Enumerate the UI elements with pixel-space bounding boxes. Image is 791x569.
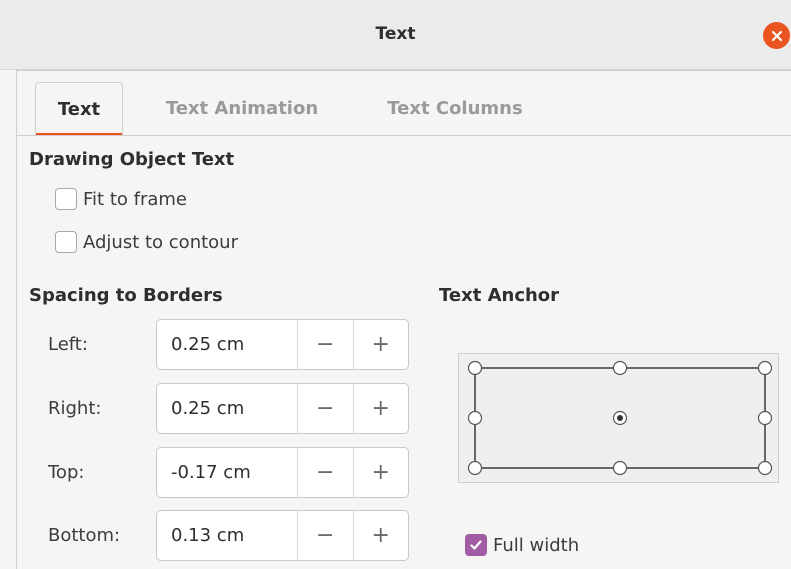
top-decrement-button[interactable]: − xyxy=(297,448,353,497)
anchor-grid xyxy=(467,360,773,476)
spacing-to-borders-heading: Spacing to Borders xyxy=(29,285,223,306)
anchor-bottom-left[interactable] xyxy=(467,460,483,476)
full-width-checkbox[interactable] xyxy=(465,534,487,556)
bottom-spinbox: 0.13 cm − + xyxy=(156,510,409,561)
full-width-option[interactable]: Full width xyxy=(465,534,579,556)
anchor-selected-dot xyxy=(617,415,623,421)
bottom-increment-button[interactable]: + xyxy=(352,511,409,560)
bottom-decrement-button[interactable]: − xyxy=(297,511,353,560)
left-decrement-button[interactable]: − xyxy=(297,320,353,369)
right-label: Right: xyxy=(48,398,102,419)
right-decrement-button[interactable]: − xyxy=(297,384,353,433)
left-spinbox: 0.25 cm − + xyxy=(156,319,409,370)
right-increment-button[interactable]: + xyxy=(352,384,409,433)
adjust-to-contour-checkbox[interactable] xyxy=(55,231,77,253)
top-spacing-input[interactable]: -0.17 cm xyxy=(157,448,297,497)
anchor-top-left[interactable] xyxy=(467,360,483,376)
left-spacing-input[interactable]: 0.25 cm xyxy=(157,320,297,369)
text-anchor-heading: Text Anchor xyxy=(439,285,560,306)
tab-text-animation[interactable]: Text Animation xyxy=(152,82,332,135)
anchor-middle-right[interactable] xyxy=(757,410,773,426)
right-spinbox: 0.25 cm − + xyxy=(156,383,409,434)
fit-to-frame-label: Fit to frame xyxy=(83,188,187,210)
anchor-bottom-right[interactable] xyxy=(757,460,773,476)
left-label: Left: xyxy=(48,334,88,355)
drawing-object-text-heading: Drawing Object Text xyxy=(29,149,235,170)
window-title: Text xyxy=(375,24,416,44)
fit-to-frame-option[interactable]: Fit to frame xyxy=(55,188,187,210)
adjust-to-contour-label: Adjust to contour xyxy=(83,231,238,253)
anchor-top-right[interactable] xyxy=(757,360,773,376)
left-increment-button[interactable]: + xyxy=(352,320,409,369)
text-anchor-selector xyxy=(458,353,779,483)
fit-to-frame-checkbox[interactable] xyxy=(55,188,77,210)
tab-divider xyxy=(16,135,791,136)
full-width-label: Full width xyxy=(493,534,580,556)
title-bar: Text xyxy=(0,0,791,70)
anchor-middle-left[interactable] xyxy=(467,410,483,426)
close-icon xyxy=(771,30,782,41)
tab-text-columns[interactable]: Text Columns xyxy=(376,82,534,135)
close-button[interactable] xyxy=(763,22,790,49)
bottom-label: Bottom: xyxy=(48,525,121,546)
anchor-bottom-center[interactable] xyxy=(612,460,628,476)
checkmark-icon xyxy=(470,540,482,550)
right-spacing-input[interactable]: 0.25 cm xyxy=(157,384,297,433)
bottom-spacing-input[interactable]: 0.13 cm xyxy=(157,511,297,560)
tab-text[interactable]: Text xyxy=(35,82,123,136)
top-increment-button[interactable]: + xyxy=(352,448,409,497)
adjust-to-contour-option[interactable]: Adjust to contour xyxy=(55,231,238,253)
top-spinbox: -0.17 cm − + xyxy=(156,447,409,498)
anchor-top-center[interactable] xyxy=(612,360,628,376)
top-label: Top: xyxy=(48,462,85,483)
